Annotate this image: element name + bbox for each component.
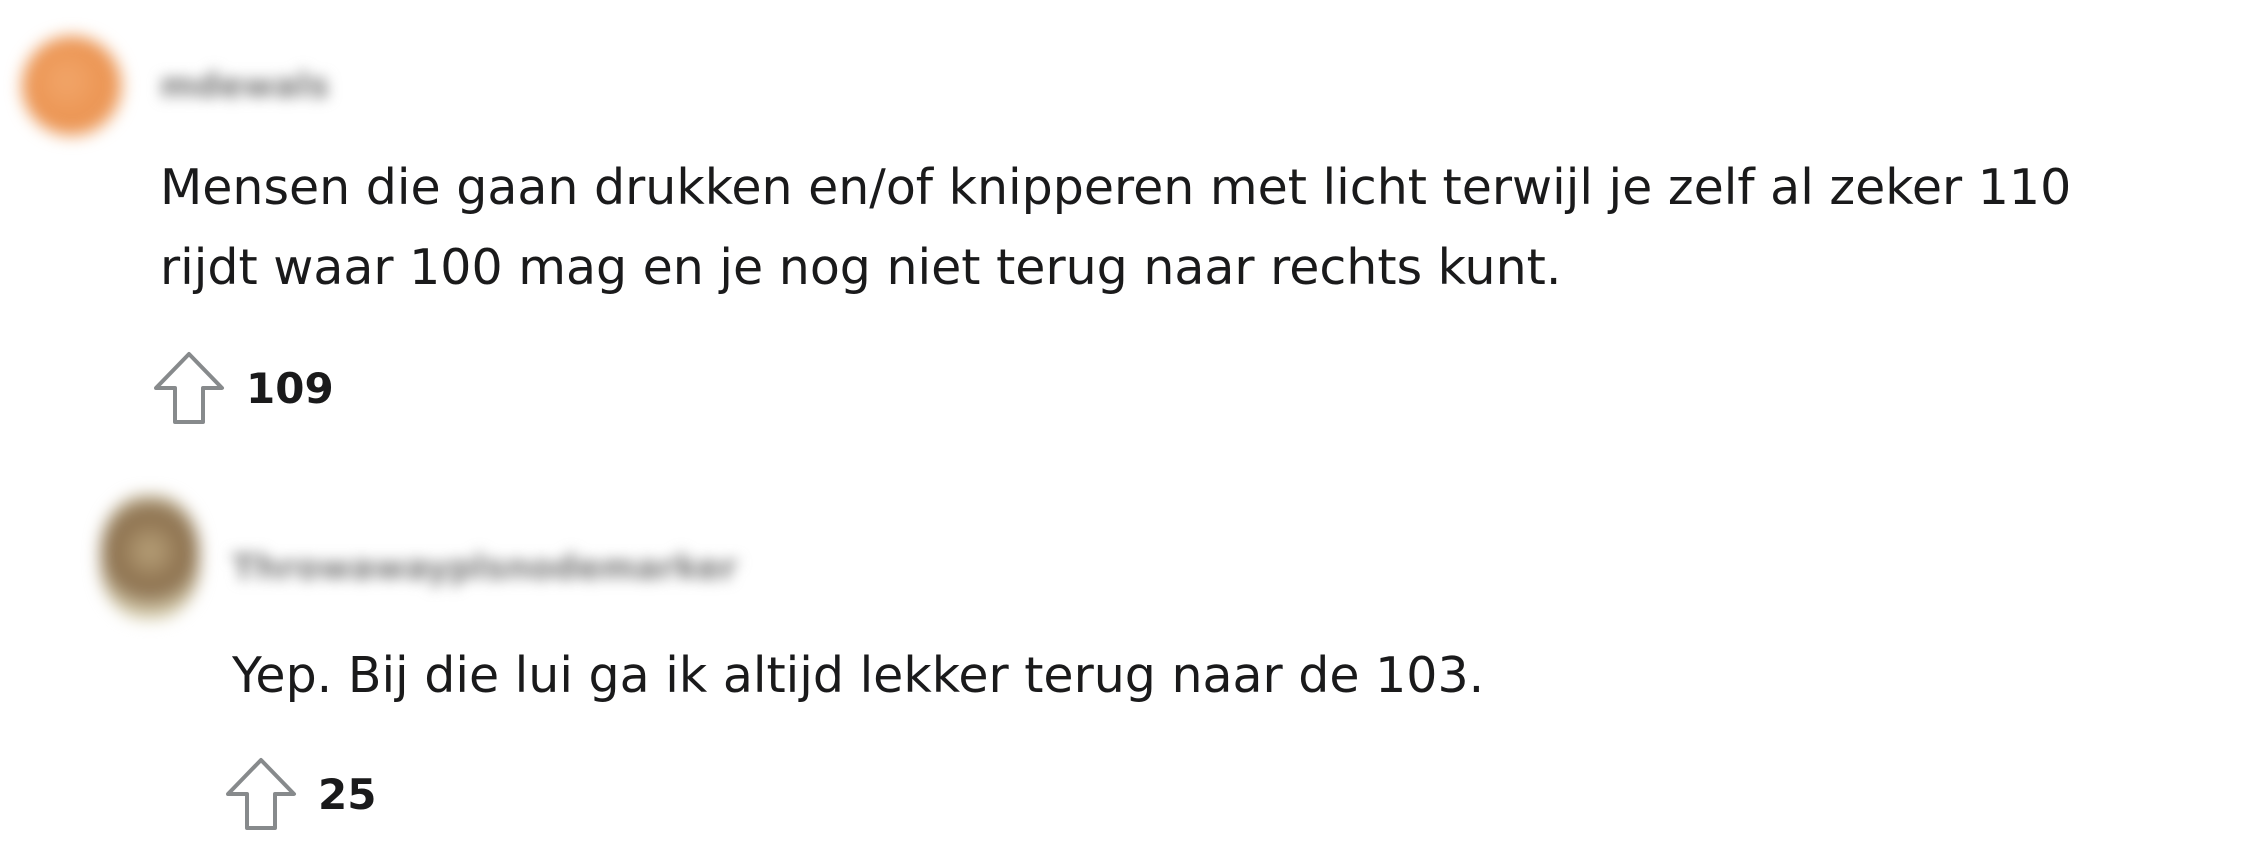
username[interactable]: mdewals <box>160 66 329 106</box>
vote-bar: 109 <box>152 350 334 426</box>
comment-body: Mensen die gaan drukken en/of knipperen … <box>160 148 2071 308</box>
upvote-arrow-icon[interactable] <box>224 756 298 832</box>
vote-bar: 25 <box>224 756 376 832</box>
comment-body-line: Mensen die gaan drukken en/of knipperen … <box>160 159 2072 216</box>
comment-body: Yep. Bij die lui ga ik altijd lekker ter… <box>232 647 1485 704</box>
username[interactable]: Throwawayplsnodemarker <box>232 548 737 588</box>
upvote-arrow-icon[interactable] <box>152 350 226 426</box>
comment-body-line: rijdt waar 100 mag en je nog niet terug … <box>160 239 1562 296</box>
avatar[interactable] <box>100 495 200 620</box>
upvote-count: 109 <box>246 363 334 413</box>
avatar[interactable] <box>22 36 122 136</box>
upvote-count: 25 <box>318 769 377 819</box>
